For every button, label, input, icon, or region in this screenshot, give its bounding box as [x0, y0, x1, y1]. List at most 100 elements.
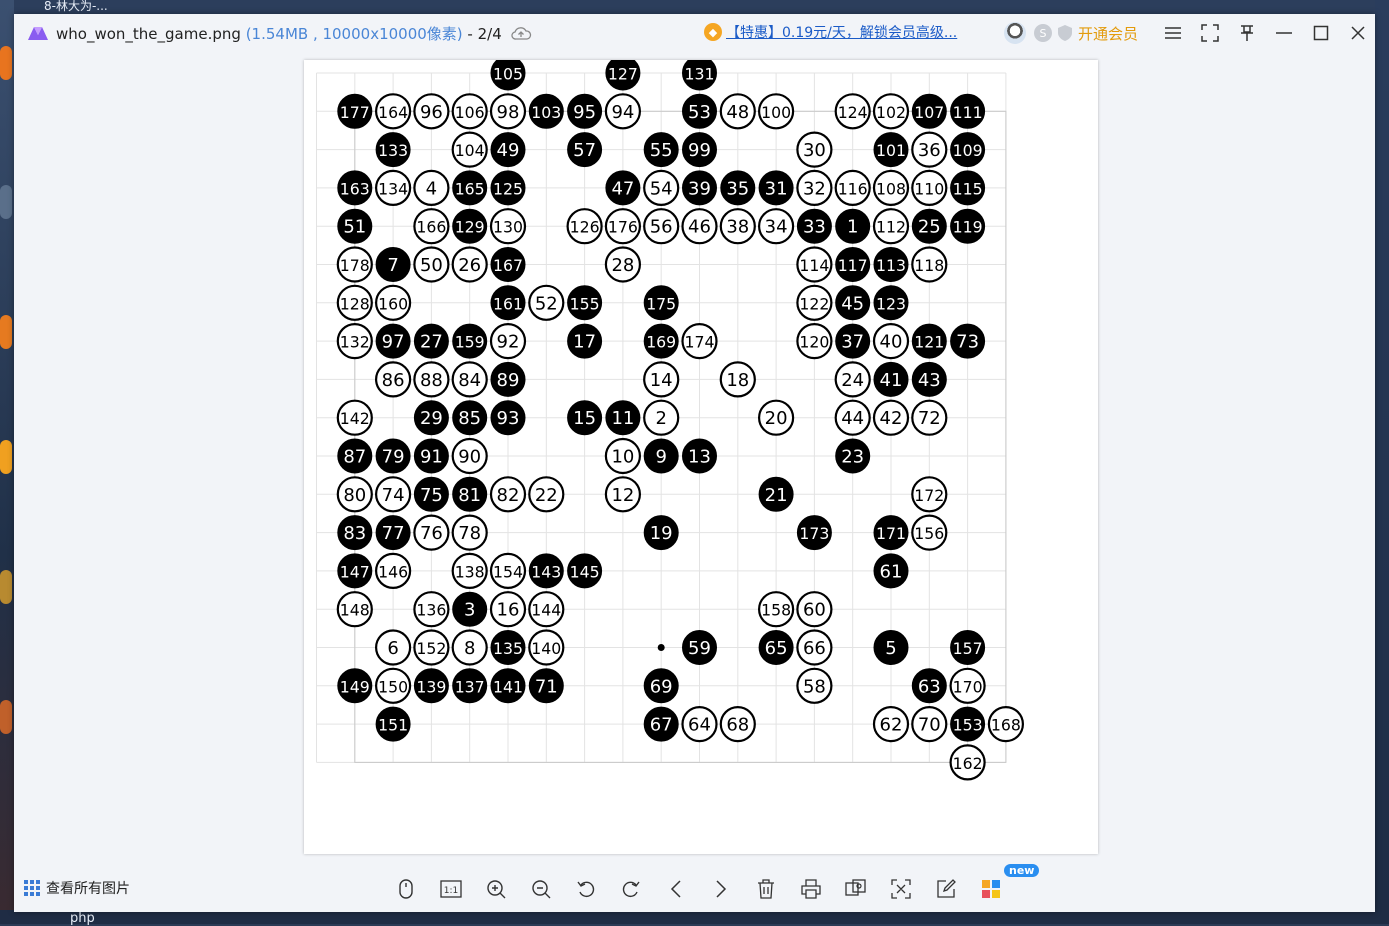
go-stone: 30 [796, 131, 833, 168]
move-number: 7 [387, 255, 398, 276]
promo-text[interactable]: 【特惠】0.19元/天，解锁会员高级... [726, 22, 957, 42]
move-number: 81 [458, 485, 481, 506]
go-stone: 79 [375, 438, 411, 474]
move-number: 88 [420, 370, 443, 391]
previous-image-button[interactable] [663, 876, 689, 902]
move-number: 2 [655, 408, 666, 429]
move-number: 171 [876, 524, 906, 543]
move-number: 66 [803, 638, 826, 659]
move-number: 122 [799, 294, 829, 313]
move-number: 131 [685, 65, 715, 84]
actual-size-button[interactable]: 1:1 [438, 876, 464, 902]
pin-button[interactable] [1235, 22, 1259, 44]
promo-link[interactable]: ◆ 【特惠】0.19元/天，解锁会员高级... [704, 22, 957, 42]
go-stone: 159 [452, 323, 488, 359]
go-stone: 61 [873, 553, 909, 589]
go-stone: 5 [873, 630, 909, 665]
desktop-app-icon[interactable] [0, 46, 12, 80]
move-number: 56 [650, 217, 673, 238]
delete-button[interactable] [753, 876, 779, 902]
move-number: 10 [611, 447, 634, 468]
desktop-app-icon[interactable] [0, 700, 12, 734]
maximize-button[interactable] [1309, 22, 1333, 44]
go-stone: 82 [489, 476, 527, 513]
move-number: 78 [458, 523, 481, 544]
go-stone: 17 [567, 323, 603, 359]
edit-button[interactable] [933, 876, 959, 902]
move-number: 157 [953, 639, 983, 658]
go-stone: 165 [452, 170, 488, 206]
minimize-button[interactable] [1272, 22, 1296, 44]
fullscreen-button[interactable] [1198, 22, 1222, 44]
grid-icon [24, 880, 40, 896]
image-canvas[interactable]: 105 127 131 177 164 96 106 98 103 95 94 53 48 100 124 1… [304, 60, 1098, 854]
desktop-app-icon[interactable] [0, 315, 12, 349]
zoom-out-button[interactable] [528, 876, 554, 902]
move-number: 111 [953, 103, 983, 122]
move-number: 175 [646, 294, 676, 313]
go-stone: 78 [451, 514, 488, 551]
view-all-images-button[interactable]: 查看所有图片 [24, 878, 130, 898]
convert-button[interactable] [843, 876, 869, 902]
move-number: 43 [918, 370, 941, 391]
rotate-left-button[interactable] [573, 876, 599, 902]
go-stone: 58 [796, 667, 833, 704]
move-number: 58 [803, 676, 826, 697]
menu-button[interactable] [1161, 22, 1185, 44]
mouse-mode-button[interactable] [393, 876, 419, 902]
go-stone: 48 [719, 93, 756, 130]
move-number: 82 [497, 485, 520, 506]
close-button[interactable] [1346, 22, 1370, 44]
move-number: 42 [880, 408, 903, 429]
zoom-in-button[interactable] [483, 876, 509, 902]
move-number: 19 [650, 523, 673, 544]
move-number: 142 [340, 409, 370, 428]
move-number: 136 [416, 601, 446, 620]
move-number: 163 [340, 179, 370, 198]
go-stone: 72 [911, 399, 948, 436]
go-stone: 172 [911, 476, 948, 513]
go-stone: 50 [413, 246, 450, 283]
go-stone: 110 [911, 169, 948, 207]
move-number: 49 [497, 140, 520, 161]
move-number: 113 [876, 256, 906, 275]
hamburger-icon [1165, 27, 1181, 39]
move-number: 100 [761, 103, 791, 122]
move-number: 38 [726, 217, 749, 238]
cloud-upload-icon[interactable] [510, 25, 532, 41]
prev-icon [670, 880, 681, 898]
ocr-button[interactable] [888, 876, 914, 902]
go-stone: 53 [682, 93, 717, 129]
move-number: 95 [573, 102, 596, 123]
go-stone: 138 [451, 552, 488, 589]
apps-button[interactable] [978, 876, 1004, 902]
go-stone: 148 [336, 591, 373, 628]
move-number: 57 [573, 140, 596, 161]
go-stone: 87 [337, 438, 373, 474]
move-number: 72 [918, 408, 941, 429]
move-number: 11 [611, 408, 634, 429]
desktop-app-icon[interactable] [0, 440, 12, 474]
vip-label[interactable]: 开通会员 [1078, 23, 1138, 44]
next-image-button[interactable] [708, 876, 734, 902]
go-stone: 62 [872, 705, 910, 743]
move-number: 26 [458, 255, 481, 276]
move-number: 31 [765, 178, 788, 199]
go-stone: 97 [375, 323, 411, 359]
go-stone: 158 [758, 591, 795, 628]
go-stone: 92 [489, 323, 527, 360]
desktop-app-icon[interactable] [0, 185, 12, 219]
move-number: 168 [991, 716, 1021, 735]
move-number: 8 [464, 638, 475, 659]
move-number: 135 [493, 639, 523, 658]
go-stone: 39 [682, 170, 717, 206]
go-stone: 150 [374, 667, 412, 704]
go-stone: 67 [643, 706, 679, 742]
go-stone: 45 [835, 285, 871, 321]
go-stone: 175 [643, 285, 679, 321]
rotate-right-button[interactable] [618, 876, 644, 902]
desktop-app-icon[interactable] [0, 570, 12, 604]
avatar[interactable] [1004, 22, 1026, 44]
move-number: 167 [493, 256, 523, 275]
print-button[interactable] [798, 876, 824, 902]
